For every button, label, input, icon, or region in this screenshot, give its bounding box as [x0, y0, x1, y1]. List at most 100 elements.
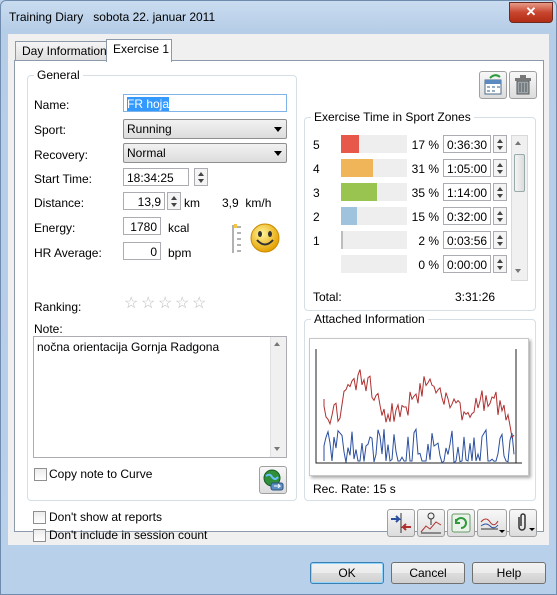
help-button[interactable]: Help: [472, 562, 546, 584]
zone-percent: 2 %: [418, 234, 439, 248]
close-button[interactable]: ✕: [509, 2, 553, 23]
recovery-label: Recovery:: [34, 148, 89, 162]
energy-unit: kcal: [168, 221, 190, 235]
scroll-down-icon[interactable]: [274, 447, 280, 451]
attached-information-title: Attached Information: [311, 312, 428, 326]
start-time-spinner[interactable]: [194, 168, 208, 186]
hr-average-label: HR Average:: [34, 246, 102, 260]
zone-time-spinner[interactable]: [493, 135, 507, 153]
scroll-up-icon[interactable]: [274, 342, 280, 346]
calendar-refresh-button[interactable]: [479, 71, 507, 99]
zones-scrollbar[interactable]: [511, 135, 528, 281]
zone-bar: [341, 231, 343, 249]
zone-label: 3: [313, 186, 320, 200]
zone-time-input[interactable]: 0:00:00: [443, 255, 491, 273]
name-input[interactable]: FR hoja: [123, 94, 287, 112]
general-group-title: General: [34, 68, 83, 82]
curve-chart: [315, 349, 522, 464]
tab-day-information[interactable]: Day Information: [15, 41, 107, 61]
scroll-down-icon[interactable]: [515, 269, 521, 273]
scroll-thumb[interactable]: [514, 154, 525, 192]
chevron-down-icon: [274, 151, 282, 156]
curve-dropdown-icon: [480, 518, 505, 533]
start-time-input[interactable]: 18:34:25: [123, 168, 189, 186]
mood-slider[interactable]: [231, 223, 245, 255]
smiley-icon[interactable]: [249, 222, 281, 254]
zone-bar: [341, 135, 359, 153]
zone-percent: 17 %: [411, 138, 439, 152]
note-textarea[interactable]: nočna orientacija Gornja Radgona: [33, 336, 287, 458]
zone-label: 1: [313, 234, 320, 248]
star-icon[interactable]: ☆: [192, 296, 208, 312]
speed-curve: [323, 427, 515, 464]
distance-spinner[interactable]: [167, 192, 181, 210]
zone-time-spinner[interactable]: [493, 207, 507, 225]
star-icon[interactable]: ☆: [158, 296, 174, 312]
sport-select[interactable]: Running: [123, 119, 287, 139]
star-icon[interactable]: ☆: [141, 296, 157, 312]
exercise-tab-page: General Name: FR hoja Sport: Running Rec…: [14, 60, 544, 542]
note-scrollbar[interactable]: [270, 337, 286, 457]
delete-button[interactable]: [509, 71, 537, 99]
zone-bar: [341, 183, 377, 201]
dont-show-reports-checkbox[interactable]: [33, 511, 46, 524]
attached-information-group: Attached Information Rec. Rate: 15 s: [304, 312, 536, 501]
zone-time-spinner[interactable]: [493, 255, 507, 273]
star-icon[interactable]: ☆: [124, 296, 140, 312]
client-area: Day Information Exercise 1 General Name:…: [8, 34, 549, 545]
zone-label: 4: [313, 162, 320, 176]
refresh-button[interactable]: [447, 509, 475, 537]
attach-button[interactable]: [509, 509, 537, 537]
copy-note-checkbox[interactable]: [34, 468, 47, 481]
zone-bar-track: [341, 183, 407, 201]
split-merge-button[interactable]: [387, 509, 415, 537]
cancel-button[interactable]: Cancel: [391, 562, 465, 584]
scroll-up-icon[interactable]: [515, 141, 521, 145]
curve-menu-button[interactable]: [477, 509, 507, 537]
sport-zones-group: Exercise Time in Sport Zones 5 17 % 0:36:3…: [304, 110, 536, 311]
sport-label: Sport:: [34, 123, 67, 137]
distance-unit: km: [184, 196, 200, 210]
zone-time-spinner[interactable]: [493, 183, 507, 201]
energy-input[interactable]: 1780: [123, 217, 161, 235]
zone-time-spinner[interactable]: [493, 159, 507, 177]
ok-button[interactable]: OK: [310, 562, 384, 584]
zone-time-input[interactable]: 1:14:00: [443, 183, 491, 201]
dont-include-count-label: Don't include in session count: [49, 528, 208, 542]
export-globe-button[interactable]: [259, 466, 287, 494]
general-group: General Name: FR hoja Sport: Running Rec…: [27, 68, 297, 501]
zone-time-spinner[interactable]: [493, 231, 507, 249]
ranking-label: Ranking:: [34, 300, 82, 314]
zone-time-input[interactable]: 1:05:00: [443, 159, 491, 177]
zone-time-input[interactable]: 0:32:00: [443, 207, 491, 225]
curve-preview[interactable]: [309, 338, 529, 476]
curve-axes: [315, 349, 522, 464]
rec-rate-label: Rec. Rate: 15 s: [313, 482, 396, 496]
zone-label: 2: [313, 210, 320, 224]
distance-label: Distance:: [34, 196, 85, 210]
marker-button[interactable]: [417, 509, 445, 537]
zone-percent: 15 %: [411, 210, 439, 224]
ranking-stars[interactable]: ☆ ☆ ☆ ☆ ☆: [124, 296, 214, 314]
zone-time-input[interactable]: 0:36:30: [443, 135, 491, 153]
trash-icon: [515, 75, 531, 95]
distance-input[interactable]: 13,9: [123, 192, 165, 210]
pin-chart-icon: [420, 512, 442, 534]
note-text: nočna orientacija Gornja Radgona: [37, 340, 220, 354]
recovery-select[interactable]: Normal: [123, 143, 287, 163]
dont-show-reports-label: Don't show at reports: [49, 510, 163, 524]
window-title: Training Diary sobota 22. januar 2011: [9, 10, 216, 24]
title-bar: Training Diary sobota 22. januar 2011 ✕: [1, 1, 556, 31]
note-label: Note:: [34, 322, 63, 336]
hr-average-input[interactable]: 0: [123, 242, 161, 260]
zone-bar-track: [341, 159, 407, 177]
star-icon[interactable]: ☆: [175, 296, 191, 312]
zone-bar: [341, 159, 373, 177]
zone-time-input[interactable]: 0:03:56: [443, 231, 491, 249]
dont-include-count-checkbox[interactable]: [33, 529, 46, 542]
tab-exercise-1[interactable]: Exercise 1: [106, 39, 172, 62]
zone-bar-track: [341, 231, 407, 249]
zone-bar-track: [341, 255, 407, 273]
name-label: Name:: [34, 98, 70, 112]
zone-bar: [341, 207, 357, 225]
